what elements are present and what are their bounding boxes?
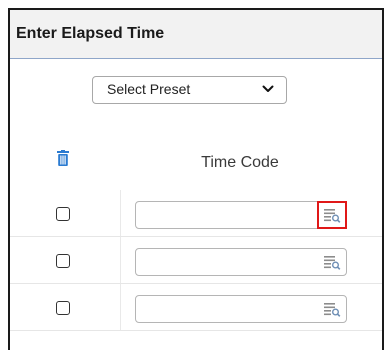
lookup-icon[interactable]: [321, 299, 343, 319]
table-row: [10, 284, 382, 331]
row-checkbox[interactable]: [56, 301, 70, 315]
trash-icon[interactable]: [57, 150, 69, 166]
panel-title: Enter Elapsed Time: [16, 25, 165, 42]
chevron-down-icon: [262, 85, 274, 92]
preset-dropdown[interactable]: Select Preset: [92, 76, 287, 104]
lookup-icon[interactable]: [321, 252, 343, 272]
preset-dropdown-label: Select Preset: [107, 81, 191, 97]
time-code-input[interactable]: [135, 295, 347, 323]
lookup-icon[interactable]: [317, 201, 347, 229]
time-code-input[interactable]: [135, 248, 347, 276]
table-row: [10, 237, 382, 284]
time-code-input[interactable]: [135, 201, 347, 229]
column-divider: [120, 237, 121, 283]
table-row: [10, 190, 382, 237]
column-divider: [120, 284, 121, 330]
row-checkbox[interactable]: [56, 207, 70, 221]
panel-header: Enter Elapsed Time: [10, 10, 382, 59]
column-divider: [120, 190, 121, 236]
time-code-column-header: Time Code: [201, 154, 279, 171]
elapsed-time-panel: Enter Elapsed Time Select Preset Time Co…: [8, 8, 384, 350]
preset-row: Select Preset: [10, 59, 382, 114]
delete-column-header: [10, 114, 120, 190]
row-checkbox[interactable]: [56, 254, 70, 268]
table-header: Time Code: [10, 114, 382, 190]
